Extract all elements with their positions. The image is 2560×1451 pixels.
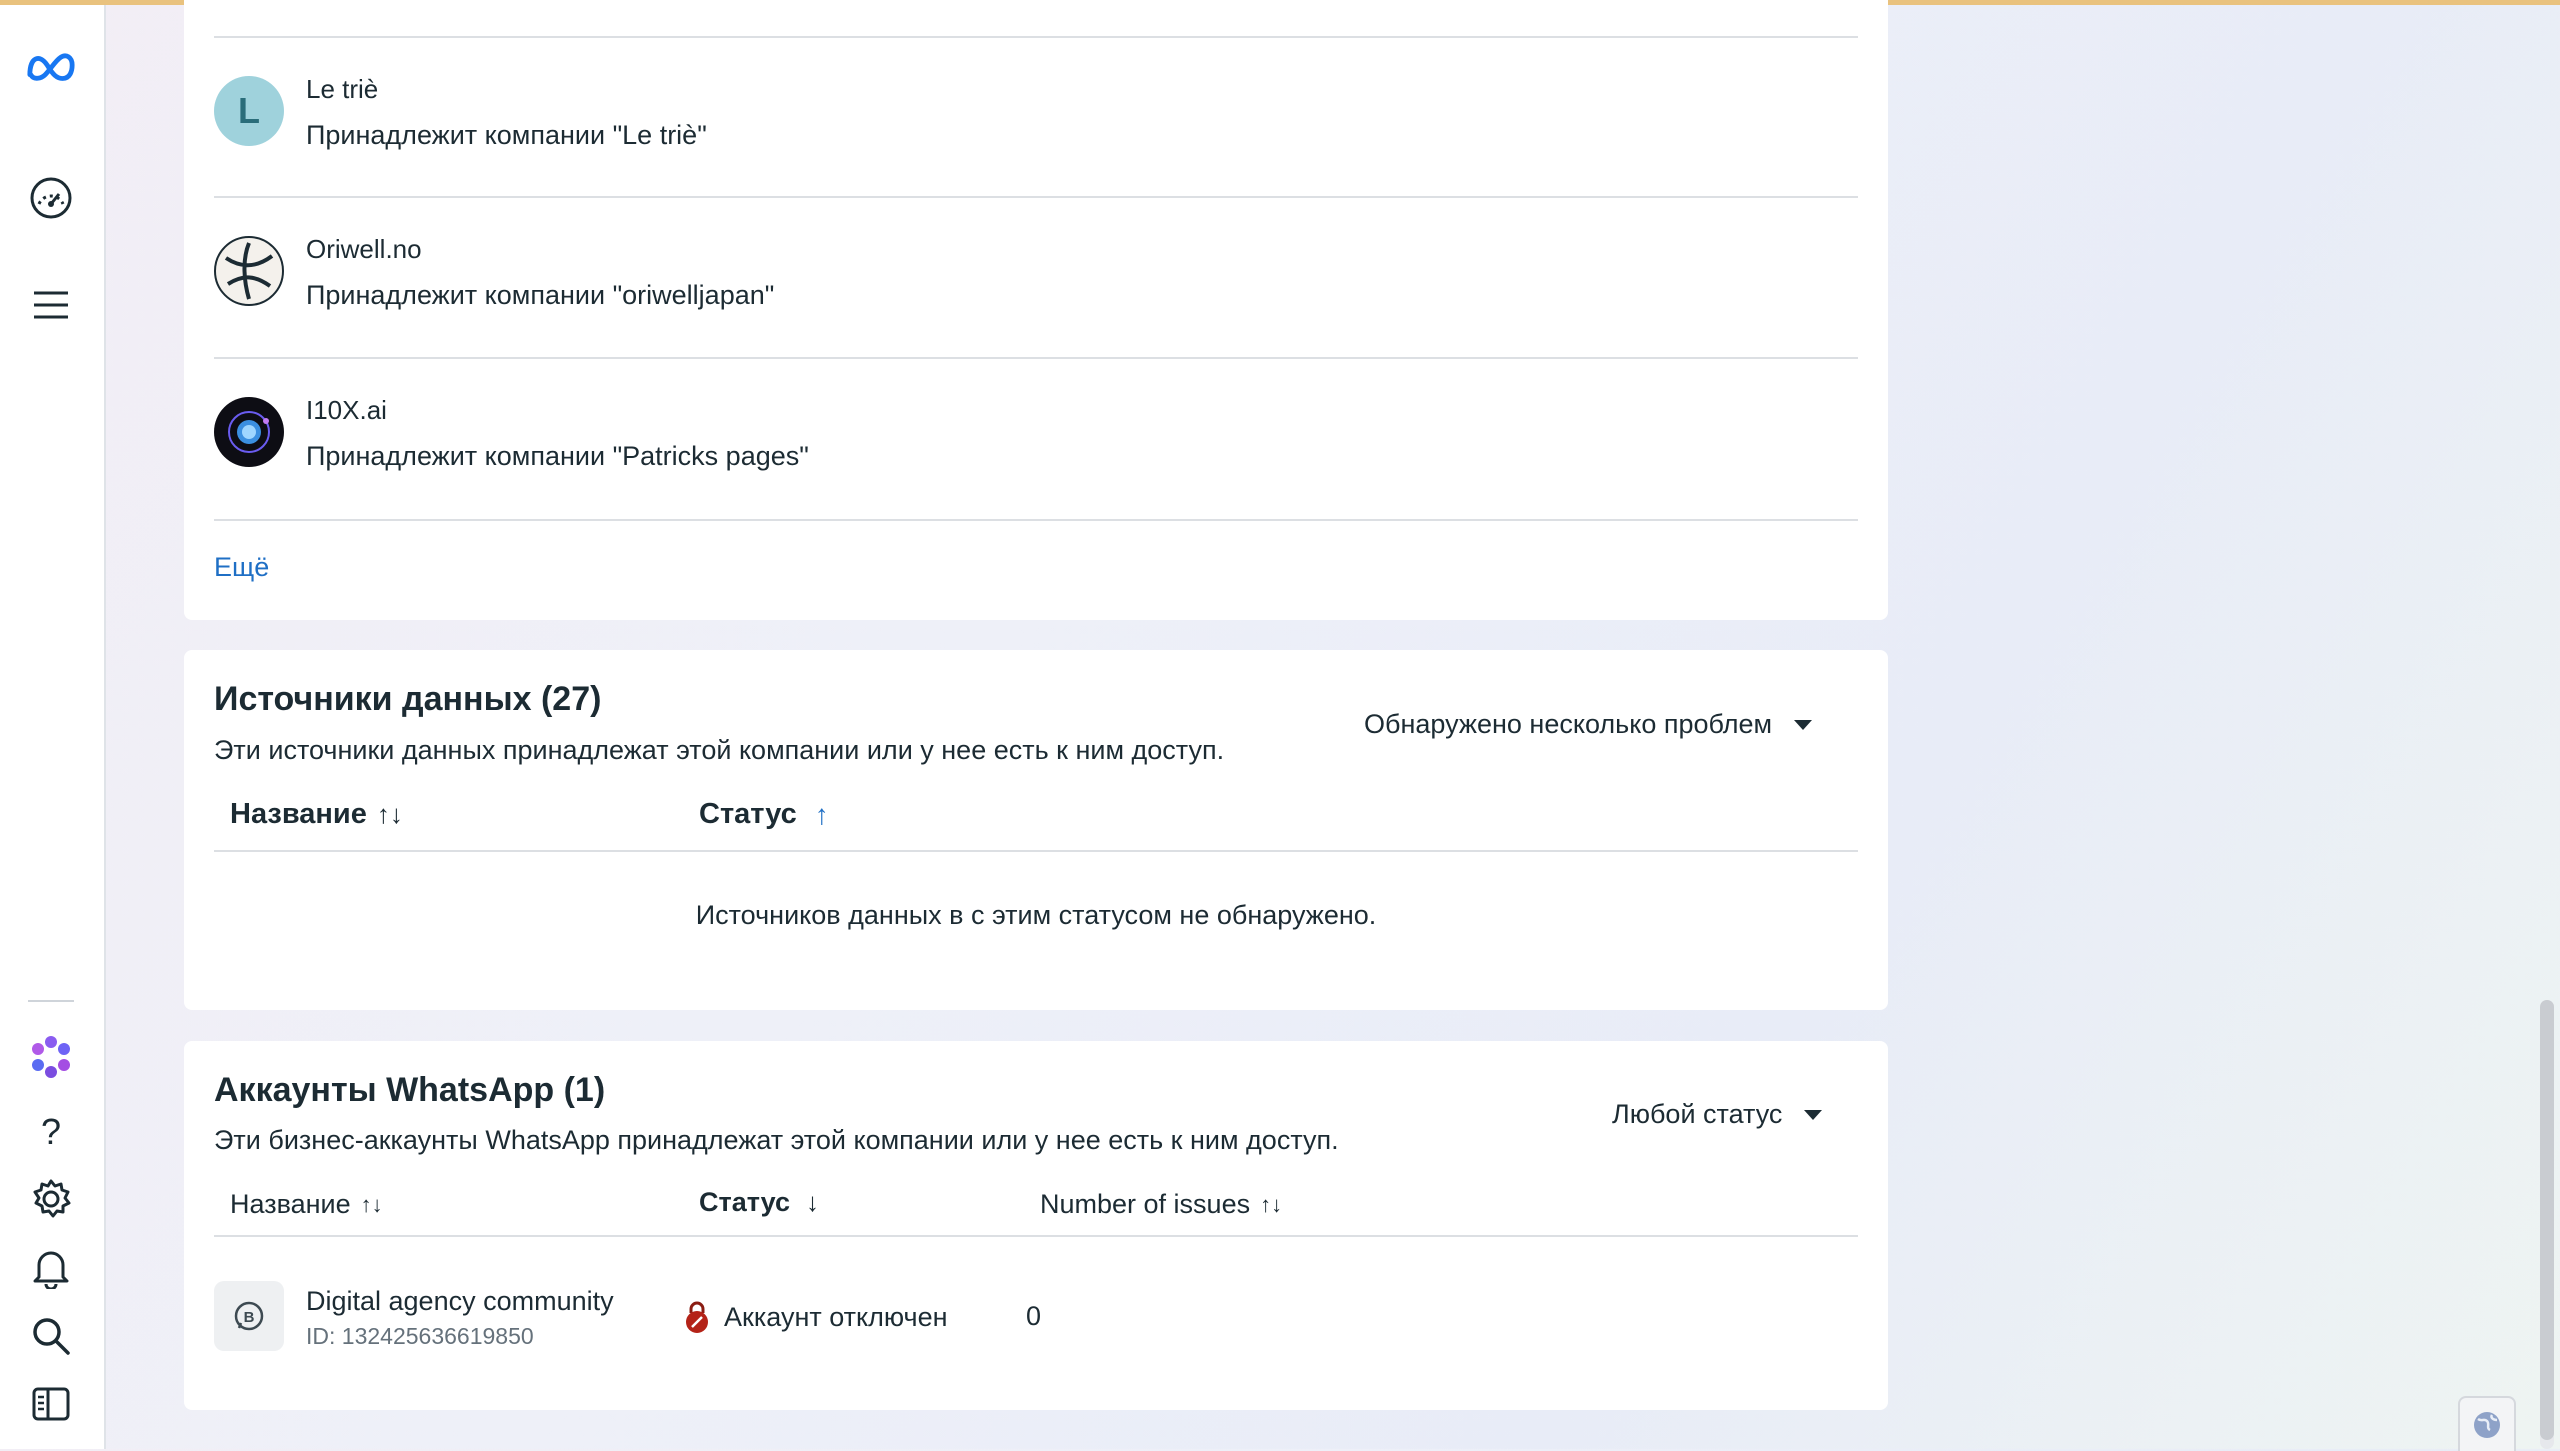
page-owner: Принадлежит компании "Patricks pages" — [306, 441, 809, 471]
language-globe-button[interactable] — [2458, 1396, 2516, 1451]
table-header-divider — [214, 1235, 1858, 1237]
section-description: Эти бизнес-аккаунты WhatsApp принадлежат… — [214, 1125, 1339, 1155]
column-label: Статус — [699, 1187, 790, 1217]
chevron-down-icon — [1804, 1109, 1823, 1120]
sidebar: ? — [0, 5, 106, 1449]
page-owner: Принадлежит компании "oriwelljapan" — [306, 280, 775, 310]
meta-ai-flower-icon[interactable] — [26, 1032, 76, 1082]
chevron-down-icon — [1794, 719, 1813, 730]
avatar: L — [214, 76, 284, 146]
column-header-name[interactable]: Название ↑↓ — [230, 1189, 383, 1220]
menu-hamburger-icon[interactable] — [26, 280, 76, 330]
page-name: Le triè — [306, 74, 379, 104]
svg-text:B: B — [244, 1309, 255, 1326]
page-name: Oriwell.no — [306, 234, 422, 264]
avatar — [214, 397, 284, 467]
list-divider — [214, 519, 1858, 521]
section-title: Аккаунты WhatsApp (1) — [214, 1071, 606, 1109]
page-name: I10X.ai — [306, 395, 387, 425]
panel-toggle-icon[interactable] — [26, 1379, 76, 1429]
column-label: Название — [230, 798, 367, 830]
sort-ascending-icon: ↑ — [814, 798, 829, 830]
list-item[interactable]: Oriwell.no Принадлежит компании "oriwell… — [214, 196, 1858, 358]
sort-descending-icon: ↓ — [806, 1187, 819, 1217]
account-name[interactable]: Digital agency community — [306, 1286, 614, 1317]
sort-icon: ↑↓ — [1260, 1191, 1283, 1217]
column-label: Название — [230, 1189, 351, 1219]
disabled-lock-icon — [686, 1301, 708, 1333]
empty-state-message: Источников данных в с этим статусом не о… — [695, 900, 1377, 930]
column-header-status[interactable]: Статус ↑ — [699, 798, 829, 831]
notifications-bell-icon[interactable] — [26, 1243, 76, 1293]
avatar — [214, 236, 284, 306]
more-link[interactable]: Ещё — [214, 552, 269, 583]
list-item[interactable]: I10X.ai Принадлежит компании "Patricks p… — [214, 357, 1858, 519]
section-description: Эти источники данных принадлежат этой ко… — [214, 735, 1225, 765]
meta-logo-icon[interactable] — [26, 41, 76, 91]
status-filter-label: Обнаружено несколько проблем — [1364, 709, 1773, 739]
section-title: Источники данных (27) — [214, 680, 602, 718]
status-filter-dropdown[interactable]: Любой статус — [1612, 1099, 1823, 1130]
search-icon[interactable] — [26, 1311, 76, 1361]
sidebar-divider — [28, 1000, 74, 1002]
table-header-divider — [214, 850, 1858, 852]
sort-icon: ↑↓ — [360, 1191, 383, 1217]
column-header-status[interactable]: Статус ↓ — [699, 1187, 819, 1218]
column-header-name[interactable]: Название ↑↓ — [230, 798, 403, 831]
status-filter-dropdown[interactable]: Обнаружено несколько проблем — [1364, 709, 1813, 740]
help-question-icon[interactable]: ? — [26, 1107, 76, 1157]
whatsapp-business-icon: B — [214, 1281, 284, 1351]
issues-count: 0 — [1026, 1301, 1042, 1331]
scrollbar-thumb[interactable] — [2540, 1000, 2554, 1440]
status-filter-label: Любой статус — [1612, 1099, 1783, 1129]
list-item[interactable]: L Le triè Принадлежит компании "Le triè" — [214, 36, 1858, 198]
account-id: ID: 132425636619850 — [306, 1323, 534, 1349]
whatsapp-accounts-card: Аккаунты WhatsApp (1) Эти бизнес-аккаунт… — [184, 1041, 1888, 1410]
sort-icon: ↑↓ — [376, 799, 403, 829]
pages-card: L Le triè Принадлежит компании "Le triè"… — [184, 0, 1888, 620]
page-owner: Принадлежит компании "Le triè" — [306, 120, 707, 150]
column-label: Статус — [699, 798, 797, 830]
globe-icon — [2474, 1411, 2500, 1438]
dashboard-gauge-icon[interactable] — [26, 173, 76, 223]
status-text: Аккаунт отключен — [724, 1301, 948, 1332]
data-sources-card: Источники данных (27) Эти источники данн… — [184, 650, 1888, 1010]
account-status: Аккаунт отключен — [684, 1301, 948, 1333]
column-header-issues[interactable]: Number of issues ↑↓ — [1040, 1189, 1282, 1220]
column-label: Number of issues — [1040, 1189, 1251, 1219]
settings-gear-icon[interactable] — [26, 1174, 76, 1224]
